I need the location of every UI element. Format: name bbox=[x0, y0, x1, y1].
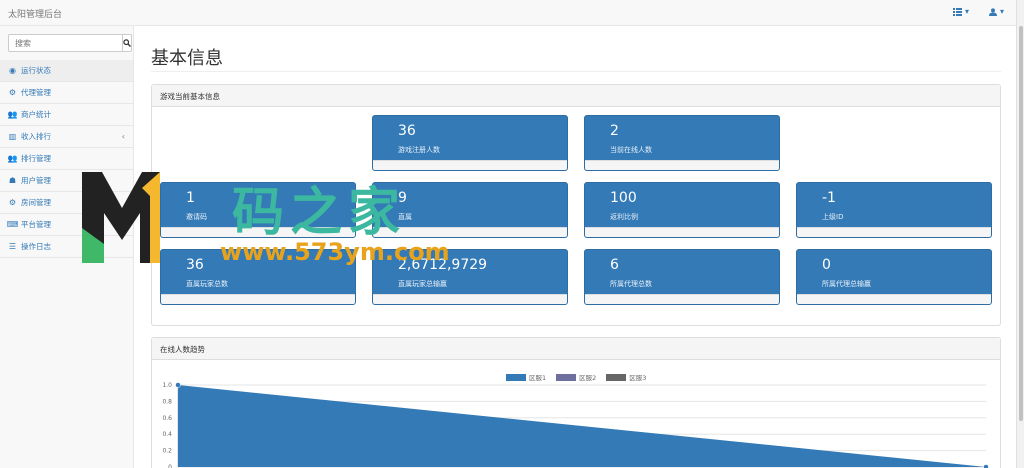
stat-card-footer[interactable] bbox=[585, 160, 779, 170]
info-panel-heading: 游戏当前基本信息 bbox=[152, 85, 1000, 107]
brand-title[interactable]: 太阳管理后台 bbox=[8, 7, 62, 20]
sidebar-item-label: 收入排行 bbox=[21, 132, 51, 141]
stat-card: 0 所属代理总输赢 bbox=[796, 249, 992, 305]
keyboard-icon: ⌨ bbox=[6, 220, 19, 229]
stat-value: 100 bbox=[610, 190, 637, 206]
sidebar-item-label: 房间管理 bbox=[21, 198, 51, 207]
online-trend-chart: 1.0 0.8 0.6 0.4 0.2 0 bbox=[162, 382, 989, 468]
sidebar-item[interactable]: ◉ 运行状态 bbox=[0, 60, 133, 82]
sidebar-item[interactable]: 👥 商户统计 bbox=[0, 104, 133, 126]
search-input[interactable] bbox=[8, 34, 122, 52]
stat-value: 2 bbox=[610, 123, 619, 139]
sidebar-item-label: 代理管理 bbox=[21, 88, 51, 97]
stat-label: 直属玩家总数 bbox=[186, 280, 228, 288]
stat-card-footer[interactable] bbox=[585, 227, 779, 237]
y-tick-label: 0.8 bbox=[162, 398, 172, 405]
stat-value: 6 bbox=[610, 257, 619, 273]
sidebar-item[interactable]: ⚙ 代理管理 bbox=[0, 82, 133, 104]
page-title: 基本信息 bbox=[151, 48, 223, 69]
watermark-url: www.573ym.com bbox=[220, 238, 450, 266]
dashboard-icon: ◉ bbox=[9, 66, 16, 75]
sidebar-item-label: 用户管理 bbox=[21, 176, 51, 185]
stat-card-footer[interactable] bbox=[373, 294, 567, 304]
sidebar-item-label: 操作日志 bbox=[21, 242, 51, 251]
y-tick-label: 0.4 bbox=[162, 431, 172, 438]
watermark-logo bbox=[82, 172, 160, 263]
stat-card-footer[interactable] bbox=[797, 227, 991, 237]
stat-label: 返利比例 bbox=[610, 213, 638, 221]
sidebar-search bbox=[8, 34, 132, 52]
users-icon: 👥 bbox=[7, 110, 18, 119]
stat-label: 游戏注册人数 bbox=[398, 146, 440, 154]
stat-value: 36 bbox=[398, 123, 416, 139]
users-icon: 👥 bbox=[7, 154, 18, 163]
chevron-down-icon: ▾ bbox=[999, 7, 1004, 16]
navbar-right: ▾ ▾ bbox=[952, 7, 1004, 16]
data-point[interactable] bbox=[175, 382, 181, 388]
data-point[interactable] bbox=[983, 464, 989, 468]
stat-label: 上级ID bbox=[822, 213, 844, 221]
y-tick-label: 0 bbox=[168, 464, 172, 468]
stat-card: -1 上级ID bbox=[796, 182, 992, 238]
chevron-down-icon: ▾ bbox=[964, 7, 969, 16]
stat-label: 直属玩家总输赢 bbox=[398, 280, 447, 288]
series-area bbox=[178, 385, 986, 467]
watermark: 码之家 www.573ym.com bbox=[80, 168, 460, 274]
search-button[interactable] bbox=[122, 34, 132, 52]
page-scrollbar[interactable] bbox=[1016, 0, 1024, 468]
list-icon bbox=[952, 7, 962, 16]
sidebar-item-label: 商户统计 bbox=[21, 110, 51, 119]
stat-label: 当前在线人数 bbox=[610, 146, 652, 154]
stat-card-footer[interactable] bbox=[797, 294, 991, 304]
list-icon: ☰ bbox=[8, 242, 17, 251]
stat-card: 2 当前在线人数 bbox=[584, 115, 780, 171]
y-tick-label: 0.6 bbox=[162, 415, 172, 422]
gear-icon: ⚙ bbox=[8, 198, 17, 207]
chevron-left-icon: ‹ bbox=[121, 132, 125, 141]
search-icon bbox=[123, 39, 131, 47]
gear-icon: ⚙ bbox=[8, 88, 17, 97]
title-divider bbox=[151, 71, 1001, 72]
sidebar-item-label: 排行管理 bbox=[21, 154, 51, 163]
top-navbar: 太阳管理后台 ▾ ▾ bbox=[0, 0, 1016, 26]
y-tick-label: 0.2 bbox=[162, 448, 172, 455]
stat-card: 36 游戏注册人数 bbox=[372, 115, 568, 171]
stat-label: 所属代理总数 bbox=[610, 280, 652, 288]
stat-value: -1 bbox=[822, 190, 836, 206]
bar-chart-icon: ▥ bbox=[8, 132, 17, 141]
user-icon: ☗ bbox=[8, 176, 17, 185]
stat-card: 6 所属代理总数 bbox=[584, 249, 780, 305]
stat-card-footer[interactable] bbox=[585, 294, 779, 304]
sidebar-item[interactable]: 👥 排行管理 bbox=[0, 148, 133, 170]
stat-value: 0 bbox=[822, 257, 831, 273]
stat-card: 100 返利比例 bbox=[584, 182, 780, 238]
scrollbar-thumb[interactable] bbox=[1019, 26, 1023, 421]
chart-panel-heading: 在线人数趋势 bbox=[152, 338, 1000, 360]
stat-card-footer[interactable] bbox=[161, 294, 355, 304]
user-dropdown-button[interactable]: ▾ bbox=[988, 7, 1004, 16]
stat-label: 所属代理总输赢 bbox=[822, 280, 871, 288]
sidebar-item-label: 运行状态 bbox=[21, 66, 51, 75]
sidebar-item-label: 平台管理 bbox=[21, 220, 51, 229]
menu-dropdown-button[interactable]: ▾ bbox=[952, 7, 969, 16]
watermark-title: 码之家 bbox=[232, 182, 407, 243]
y-tick-label: 1.0 bbox=[162, 382, 172, 389]
user-icon bbox=[988, 7, 997, 16]
sidebar-item[interactable]: ▥ 收入排行 ‹ bbox=[0, 126, 133, 148]
